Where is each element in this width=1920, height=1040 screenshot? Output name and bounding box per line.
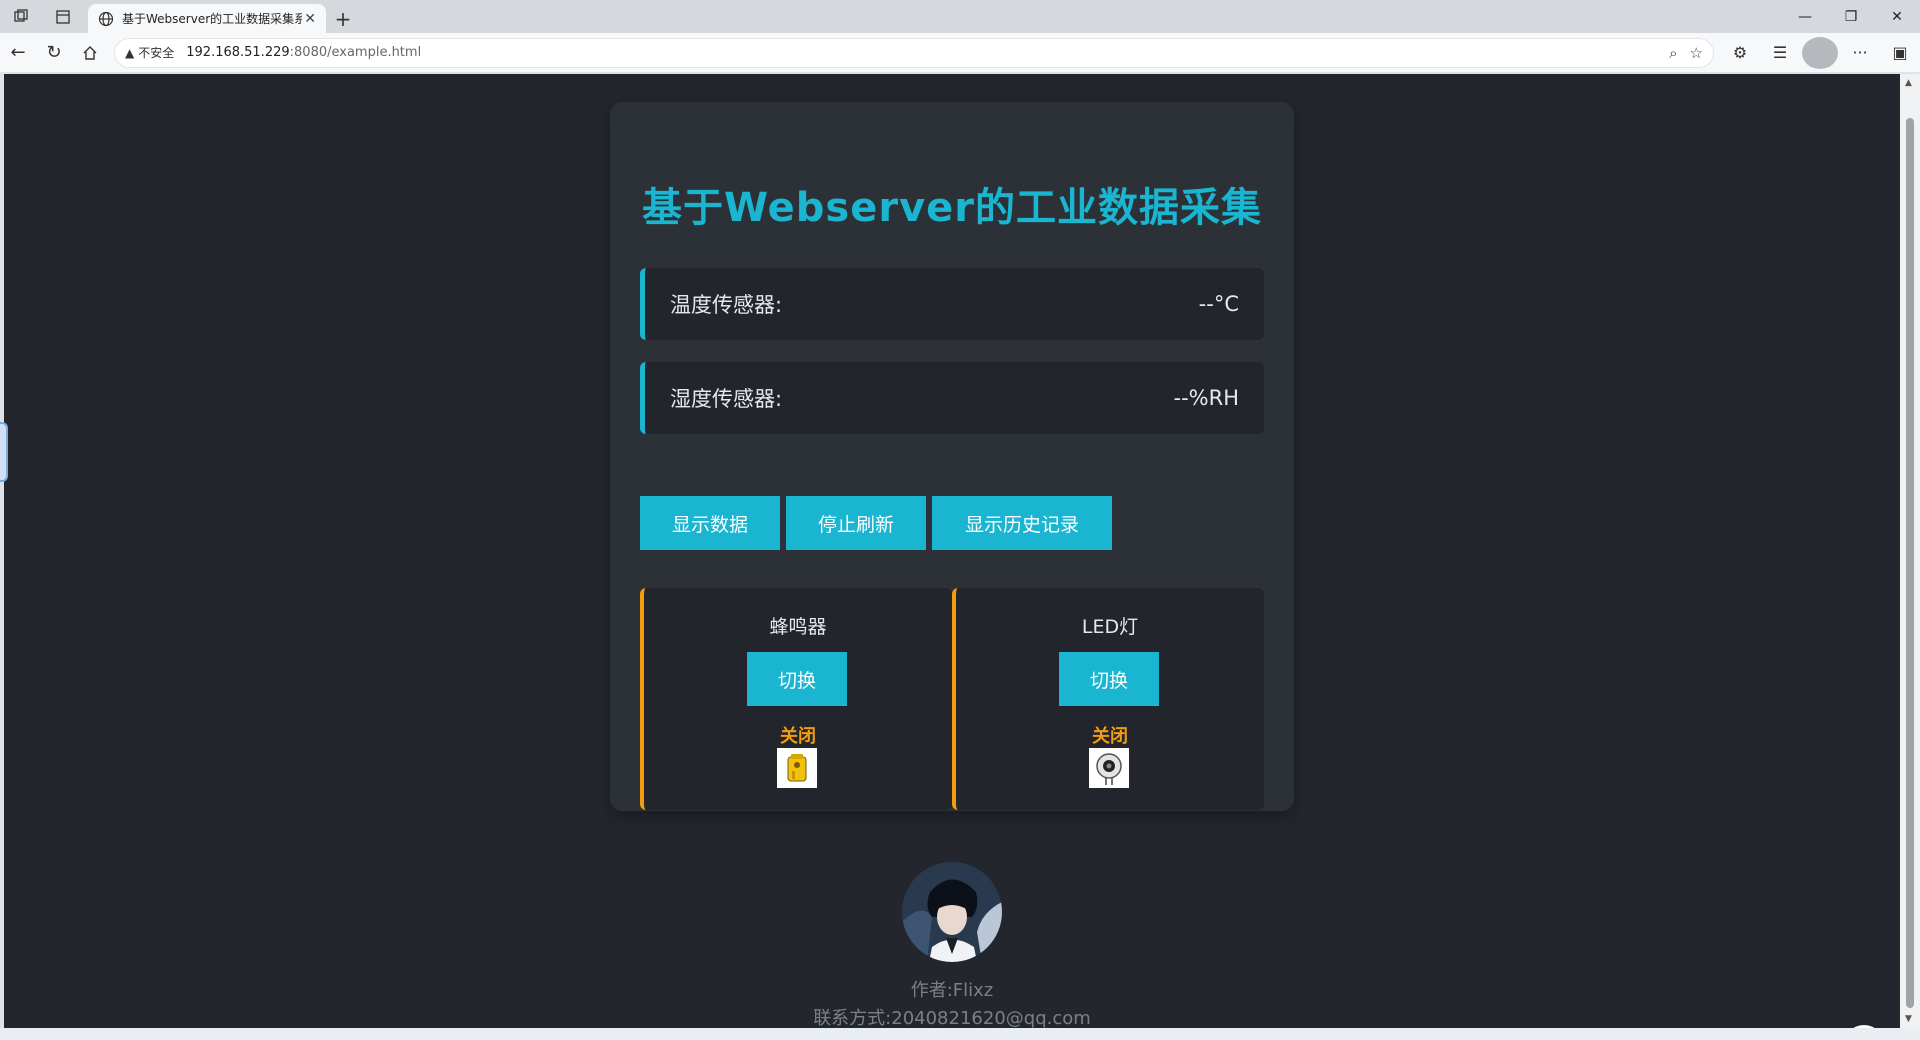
tab-bar: 基于Webserver的工业数据采集系 ✕ + — ❐ ✕ xyxy=(0,0,1920,33)
minimize-icon[interactable]: — xyxy=(1782,0,1828,33)
humidity-sensor-row: 湿度传感器: --%RH xyxy=(640,362,1264,434)
sensor-label: 温度传感器: xyxy=(670,293,783,317)
page-scrollbar[interactable]: ▲ ▼ xyxy=(1900,74,1920,1028)
restore-icon[interactable]: ❐ xyxy=(1828,0,1874,33)
sidebar-icon[interactable]: ▣ xyxy=(1882,37,1918,69)
stop-refresh-button[interactable]: 停止刷新 xyxy=(786,496,926,550)
address-path: :8080/example.html xyxy=(289,45,422,60)
reload-icon[interactable]: ↻ xyxy=(36,37,72,69)
plus-icon[interactable]: + xyxy=(326,4,360,33)
show-data-button[interactable]: 显示数据 xyxy=(640,496,780,550)
scroll-up-icon[interactable]: ▲ xyxy=(1905,78,1912,88)
browser-toolbar: ← ↻ ▲ 不安全 192.168.51.229 :8080/example.h… xyxy=(0,33,1920,73)
tab-panel-icon[interactable] xyxy=(42,0,84,33)
browser-tab[interactable]: 基于Webserver的工业数据采集系 ✕ xyxy=(88,4,326,33)
profile-icon[interactable] xyxy=(1802,36,1838,69)
sensor-value: --%RH xyxy=(1173,386,1240,410)
close-icon[interactable]: ✕ xyxy=(1874,0,1920,33)
zoom-icon[interactable]: ⌕ xyxy=(1669,44,1677,62)
window-controls: — ❐ ✕ xyxy=(1782,0,1920,33)
favorites-icon[interactable]: ☰ xyxy=(1762,37,1798,69)
page-viewport: 基于Webserver的工业数据采集 温度传感器: --°C 湿度传感器: --… xyxy=(4,74,1900,1028)
extensions-icon[interactable]: ⚙ xyxy=(1722,37,1758,69)
device-panel: 蜂鸣器 切换 关闭 LED灯 切换 关闭 xyxy=(640,588,1264,810)
address-host: 192.168.51.229 xyxy=(186,45,290,60)
led-device: LED灯 切换 关闭 xyxy=(952,588,1264,810)
home-icon[interactable] xyxy=(72,37,108,69)
footer-author: 作者:Flixz xyxy=(910,980,994,1001)
scroll-down-icon[interactable]: ▼ xyxy=(1905,1014,1912,1024)
device-name: 蜂鸣器 xyxy=(769,616,827,638)
temperature-sensor-row: 温度传感器: --°C xyxy=(640,268,1264,340)
page-title: 基于Webserver的工业数据采集 xyxy=(641,185,1263,231)
sensor-value: --°C xyxy=(1198,292,1239,316)
action-buttons: 显示数据 停止刷新 显示历史记录 xyxy=(640,496,1112,550)
led-toggle-button[interactable]: 切换 xyxy=(1059,652,1159,706)
buzzer-device: 蜂鸣器 切换 关闭 xyxy=(640,588,952,810)
footer-contact: 联系方式:2040821620@qq.com xyxy=(813,1008,1091,1028)
back-icon[interactable]: ← xyxy=(0,37,36,69)
led-icon xyxy=(1089,748,1129,788)
toolbar-actions: ⚙ ☰ ··· ▣ xyxy=(1722,36,1918,69)
sensor-label: 湿度传感器: xyxy=(670,387,783,411)
tab-title: 基于Webserver的工业数据采集系 xyxy=(122,12,302,26)
device-state: 关闭 xyxy=(1092,726,1128,747)
buzzer-icon xyxy=(777,748,817,788)
insecure-label: 不安全 xyxy=(138,46,175,60)
buzzer-toggle-button[interactable]: 切换 xyxy=(747,652,847,706)
main-card: 基于Webserver的工业数据采集 温度传感器: --°C 湿度传感器: --… xyxy=(610,102,1294,811)
more-icon[interactable]: ··· xyxy=(1842,37,1878,69)
device-state: 关闭 xyxy=(780,726,816,747)
status-strip xyxy=(0,1028,1920,1040)
show-history-button[interactable]: 显示历史记录 xyxy=(932,496,1112,550)
address-actions: ⌕ ☆ xyxy=(1669,44,1703,62)
scrollbar-thumb[interactable] xyxy=(1906,118,1914,1008)
warning-icon: ▲ xyxy=(125,45,135,60)
tab-group-icon[interactable] xyxy=(0,0,42,33)
avatar-icon xyxy=(902,862,1002,962)
address-bar[interactable]: ▲ 不安全 192.168.51.229 :8080/example.html … xyxy=(114,37,1714,68)
star-icon[interactable]: ☆ xyxy=(1690,44,1703,62)
globe-icon xyxy=(98,11,114,26)
close-icon[interactable]: ✕ xyxy=(304,11,316,27)
device-name: LED灯 xyxy=(1081,616,1139,638)
side-panel-handle[interactable] xyxy=(0,422,8,482)
